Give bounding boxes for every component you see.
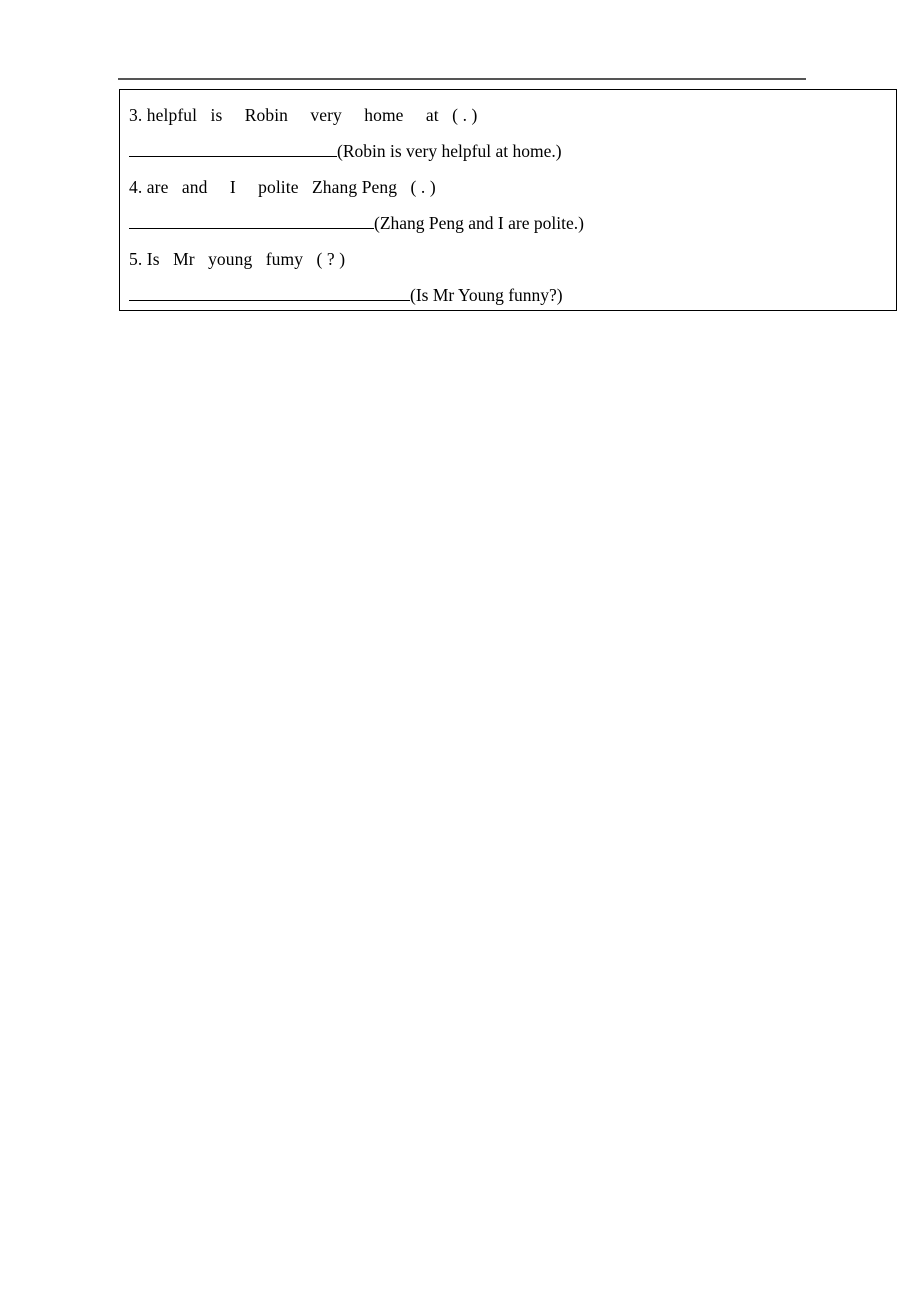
answer-text-4: (Zhang Peng and I are polite.) <box>374 213 584 233</box>
answer-row-3: (Robin is very helpful at home.) <box>129 133 896 169</box>
exercise-prompt-5: 5. Is Mr young fumy ( ? ) <box>129 249 346 269</box>
answer-row-5: (Is Mr Young funny?) <box>129 277 896 313</box>
exercise-box: 3. helpful is Robin very home at ( . ) (… <box>119 89 897 311</box>
exercise-list: 3. helpful is Robin very home at ( . ) (… <box>120 90 896 313</box>
exercise-item-4: 4. are and I polite Zhang Peng ( . ) (Zh… <box>129 169 896 241</box>
answer-blank-4[interactable] <box>129 213 374 229</box>
exercise-prompt-3: 3. helpful is Robin very home at ( . ) <box>129 105 478 125</box>
header-rule <box>118 78 806 80</box>
exercise-prompt-4: 4. are and I polite Zhang Peng ( . ) <box>129 177 436 197</box>
exercise-item-3: 3. helpful is Robin very home at ( . ) (… <box>129 97 896 169</box>
answer-text-5: (Is Mr Young funny?) <box>410 285 563 305</box>
empty-page-area <box>0 320 920 1302</box>
answer-row-4: (Zhang Peng and I are polite.) <box>129 205 896 241</box>
worksheet-page: 3. helpful is Robin very home at ( . ) (… <box>0 0 920 1302</box>
answer-blank-5[interactable] <box>129 285 410 301</box>
answer-blank-3[interactable] <box>129 141 337 157</box>
exercise-item-5: 5. Is Mr young fumy ( ? ) (Is Mr Young f… <box>129 241 896 313</box>
answer-text-3: (Robin is very helpful at home.) <box>337 141 562 161</box>
